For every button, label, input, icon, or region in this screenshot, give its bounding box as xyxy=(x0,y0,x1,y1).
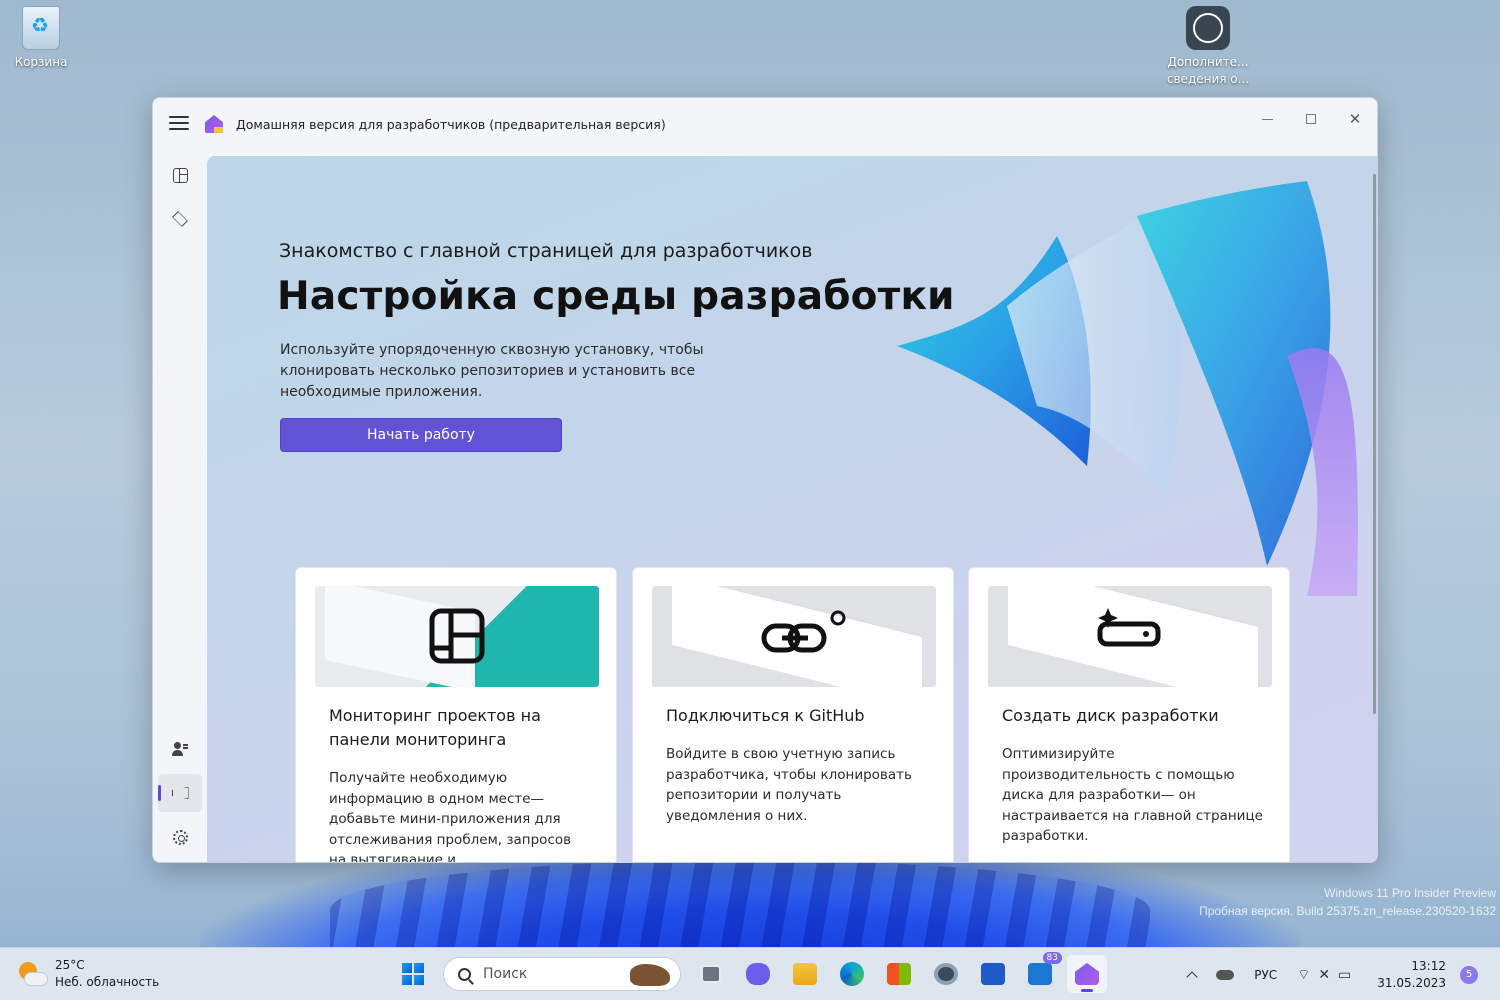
search-placeholder: Поиск xyxy=(483,966,528,982)
recycle-bin-icon: ♻ xyxy=(22,6,60,50)
weather-widget[interactable]: 25°C Неб. облачность xyxy=(18,957,159,991)
card-github[interactable]: Подключиться к GitHub Войдите в свою уче… xyxy=(632,567,954,862)
card-description: Оптимизируйте производительность с помощ… xyxy=(1002,746,1263,844)
hamburger-menu-icon[interactable] xyxy=(169,116,189,132)
card-thumbnail xyxy=(988,586,1272,687)
chat-icon xyxy=(746,963,770,985)
settings-gear-icon xyxy=(934,963,958,985)
windows-logo-icon xyxy=(402,963,424,985)
navigation-rail xyxy=(153,156,207,862)
desktop-icon-recycle-bin[interactable]: ♻ Корзина xyxy=(10,6,72,71)
taskbar: 25°C Неб. облачность Поиск 83 РУС ⌔✕▭ 13… xyxy=(0,947,1500,1000)
person-icon xyxy=(172,741,188,757)
edge-button[interactable] xyxy=(832,955,872,993)
search-highlight-image xyxy=(630,964,670,986)
teams-icon xyxy=(1028,963,1052,985)
folder-icon xyxy=(793,963,817,985)
desktop-icon-label: Корзина xyxy=(14,55,68,69)
card-thumbnail xyxy=(315,586,599,687)
nav-whats-new[interactable] xyxy=(158,774,202,812)
layers-icon xyxy=(172,211,188,227)
title-bar[interactable]: Домашняя версия для разработчиков (предв… xyxy=(153,98,1377,156)
window-title: Домашняя версия для разработчиков (предв… xyxy=(236,117,666,132)
card-dev-drive[interactable]: Создать диск разработки Оптимизируйте пр… xyxy=(968,567,1290,862)
teams-chat-button[interactable] xyxy=(738,955,778,993)
dev-home-taskbar-button[interactable] xyxy=(1067,955,1107,993)
hero-title: Настройка среды разработки xyxy=(277,274,955,319)
clock-date: 31.05.2023 xyxy=(1377,975,1446,990)
dev-drive-icon xyxy=(1097,608,1161,647)
close-button[interactable]: ✕ xyxy=(1333,104,1377,134)
hero-subtitle: Знакомство с главной страницей для разра… xyxy=(279,240,813,262)
wallpaper-petals xyxy=(330,860,1150,960)
onedrive-icon[interactable] xyxy=(1216,969,1235,980)
card-title: Создать диск разработки xyxy=(1002,706,1219,725)
card-dashboard[interactable]: Мониторинг проектов на панели мониторинг… xyxy=(295,567,617,863)
taskbar-apps: Поиск 83 xyxy=(393,952,1114,993)
settings-button[interactable] xyxy=(926,955,966,993)
megaphone-icon xyxy=(171,787,189,799)
notification-count-badge: 83 xyxy=(1042,952,1062,964)
teams-button[interactable]: 83 xyxy=(1020,952,1062,993)
clock[interactable]: 13:12 31.05.2023 xyxy=(1377,958,1446,992)
dev-home-window: Домашняя версия для разработчиков (предв… xyxy=(152,97,1378,863)
weather-condition: Неб. облачность xyxy=(55,975,160,989)
nav-machine-configuration[interactable] xyxy=(158,200,202,238)
dev-home-logo-icon xyxy=(205,115,223,133)
card-title: Подключиться к GitHub xyxy=(666,706,865,725)
desktop-icon-dev-info[interactable]: Дополните... сведения о... xyxy=(1160,6,1256,88)
feature-cards: Мониторинг проектов на панели мониторинг… xyxy=(295,567,1291,863)
notification-center-badge[interactable]: 5 xyxy=(1460,965,1478,984)
show-hidden-icons-chevron-icon[interactable] xyxy=(1186,970,1198,983)
nav-dashboard[interactable] xyxy=(158,156,202,194)
main-content: Знакомство с главной страницей для разра… xyxy=(207,156,1377,863)
partly-cloudy-icon xyxy=(18,960,48,988)
store-button[interactable] xyxy=(879,955,919,993)
maximize-button[interactable] xyxy=(1289,104,1333,134)
card-description: Войдите в свою учетную запись разработчи… xyxy=(666,746,912,824)
clock-time: 13:12 xyxy=(1411,958,1446,973)
system-tray: РУС ⌔✕▭ 13:12 31.05.2023 5 xyxy=(1186,948,1500,1000)
store-icon xyxy=(887,963,911,985)
nav-settings[interactable] xyxy=(158,818,202,856)
input-language[interactable]: РУС xyxy=(1254,968,1277,982)
hero-ribbon-illustration xyxy=(897,181,1358,596)
content-scrollbar[interactable] xyxy=(1373,174,1376,714)
minimize-button[interactable] xyxy=(1245,104,1289,134)
word-icon xyxy=(981,963,1005,985)
file-explorer-button[interactable] xyxy=(785,955,825,993)
weather-temp: 25°C xyxy=(55,958,85,972)
start-button[interactable] xyxy=(393,955,433,993)
card-description: Получайте необходимую информацию в одном… xyxy=(329,770,572,863)
hero-description: Используйте упорядоченную сквозную устан… xyxy=(280,342,704,400)
dashboard-icon xyxy=(172,167,188,183)
gear-icon xyxy=(172,829,188,845)
desktop-icon-label: Дополните... сведения о... xyxy=(1166,55,1250,86)
card-thumbnail xyxy=(652,586,936,687)
dev-home-logo-icon xyxy=(1075,963,1099,985)
task-view-button[interactable] xyxy=(691,955,731,993)
nav-account[interactable] xyxy=(158,730,202,768)
os-watermark: Windows 11 Pro Insider Preview Пробная в… xyxy=(1199,886,1496,918)
network-volume-battery-icons[interactable]: ⌔✕▭ xyxy=(1297,966,1359,984)
taskbar-search[interactable]: Поиск xyxy=(443,957,681,991)
get-started-button[interactable]: Начать работу xyxy=(280,418,562,452)
word-button[interactable] xyxy=(973,955,1013,993)
search-icon xyxy=(458,967,471,981)
task-view-icon xyxy=(701,965,721,983)
card-title: Мониторинг проектов на панели мониторинг… xyxy=(329,706,541,749)
edge-icon xyxy=(840,962,864,986)
dev-info-icon xyxy=(1186,6,1230,50)
link-icon xyxy=(761,610,846,653)
dashboard-icon xyxy=(429,608,485,664)
